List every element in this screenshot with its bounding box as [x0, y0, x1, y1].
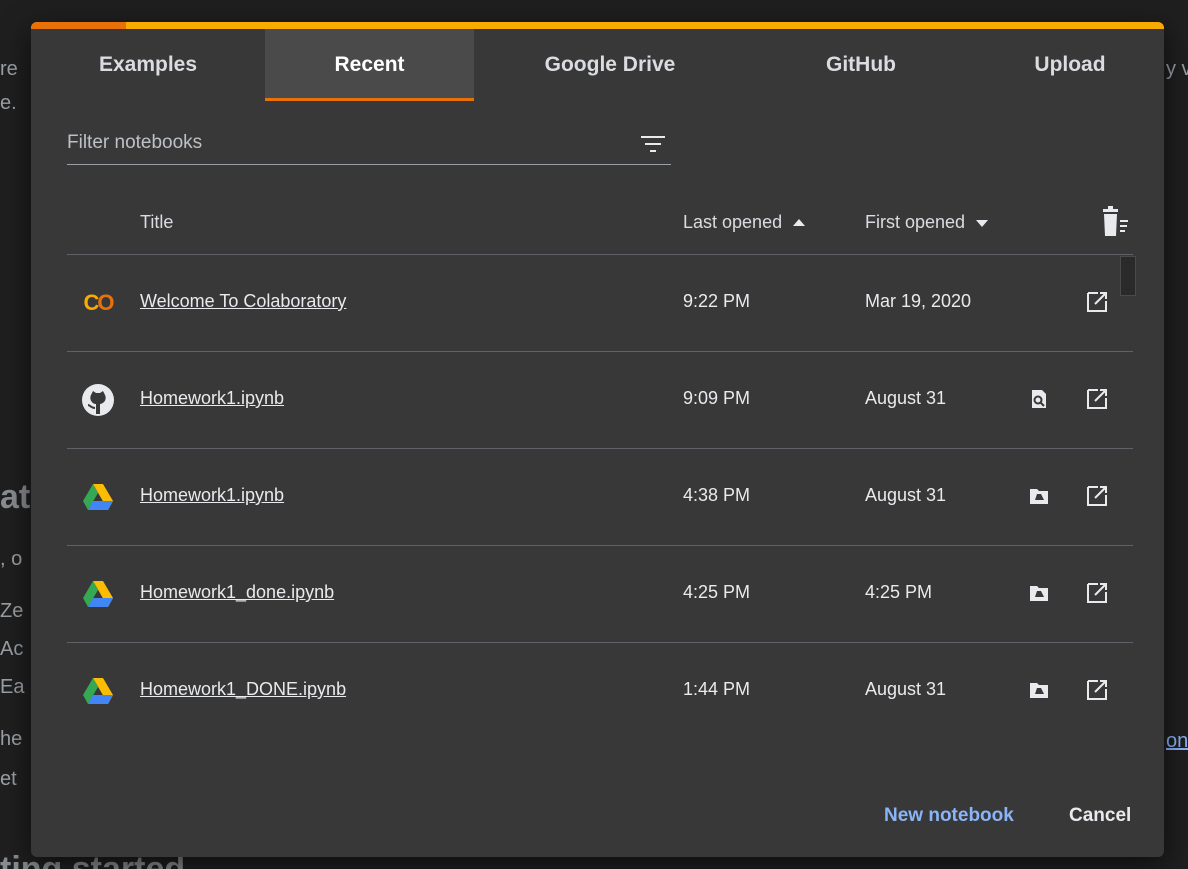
- first-opened-cell: August 31: [865, 679, 947, 699]
- sort-ascending-icon: [793, 218, 806, 226]
- column-last-opened[interactable]: Last opened: [683, 212, 806, 233]
- filter-notebooks: [67, 122, 671, 165]
- background-text: Ze: [0, 600, 24, 622]
- notebook-title-link[interactable]: Homework1.ipynb: [140, 485, 284, 506]
- cancel-button[interactable]: Cancel: [1069, 805, 1131, 827]
- notebook-title-link[interactable]: Homework1_DONE.ipynb: [140, 679, 346, 700]
- notebook-title-link[interactable]: Welcome To Colaboratory: [140, 291, 346, 312]
- clear-history-icon[interactable]: [1101, 206, 1129, 238]
- scrollbar-thumb[interactable]: [1120, 256, 1136, 296]
- last-opened-cell: 9:22 PM: [683, 291, 751, 311]
- open-notebook-dialog: Examples Recent Google Drive GitHub Uplo…: [31, 22, 1164, 857]
- new-notebook-button[interactable]: New notebook: [884, 805, 1014, 827]
- column-title: Title: [140, 212, 174, 232]
- first-opened-cell: Mar 19, 2020: [865, 291, 972, 311]
- background-text: y v: [1166, 58, 1188, 80]
- table-row[interactable]: Homework1.ipynb 9:09 PM August 31: [67, 352, 1133, 449]
- tab-recent[interactable]: Recent: [265, 29, 474, 101]
- last-opened-cell: 1:44 PM: [683, 679, 751, 699]
- last-opened-cell: 9:09 PM: [683, 388, 751, 408]
- background-text: et: [0, 768, 17, 790]
- background-link[interactable]: on: [1166, 730, 1188, 753]
- google-drive-icon: [81, 577, 115, 611]
- drive-folder-icon[interactable]: [1028, 485, 1050, 507]
- colab-logo-icon: CO: [83, 290, 114, 315]
- open-new-tab-icon[interactable]: [1086, 582, 1108, 604]
- last-opened-cell: 4:25 PM: [683, 582, 751, 602]
- open-new-tab-icon[interactable]: [1086, 388, 1108, 410]
- google-drive-icon: [81, 674, 115, 708]
- table-row[interactable]: Homework1_done.ipynb 4:25 PM 4:25 PM: [67, 546, 1133, 643]
- notebook-title-link[interactable]: Homework1_done.ipynb: [140, 582, 334, 603]
- table-row[interactable]: Homework1_DONE.ipynb 1:44 PM August 31: [67, 643, 1133, 740]
- background-text: e.: [0, 92, 17, 114]
- open-new-tab-icon[interactable]: [1086, 291, 1108, 313]
- last-opened-cell: 4:38 PM: [683, 485, 751, 505]
- background-text: Ea: [0, 676, 25, 698]
- open-new-tab-icon[interactable]: [1086, 679, 1108, 701]
- filter-input[interactable]: [67, 122, 627, 164]
- dialog-tabs: Examples Recent Google Drive GitHub Uplo…: [31, 29, 1164, 101]
- background-text: he: [0, 728, 23, 750]
- open-new-tab-icon[interactable]: [1086, 485, 1108, 507]
- drive-folder-icon[interactable]: [1028, 582, 1050, 604]
- tab-upload[interactable]: Upload: [976, 29, 1164, 101]
- table-row[interactable]: CO Welcome To Colaboratory 9:22 PM Mar 1…: [67, 255, 1133, 352]
- background-text: , o: [0, 548, 23, 570]
- background-text: re: [0, 58, 18, 80]
- first-opened-cell: August 31: [865, 485, 947, 505]
- tab-google-drive[interactable]: Google Drive: [474, 29, 746, 101]
- first-opened-cell: 4:25 PM: [865, 582, 933, 602]
- view-source-icon[interactable]: [1028, 388, 1050, 410]
- sort-descending-icon: [976, 219, 989, 227]
- notebooks-table: Title Last opened First opened CO Welcom…: [67, 192, 1133, 740]
- table-header: Title Last opened First opened: [67, 192, 1133, 255]
- tab-examples[interactable]: Examples: [31, 29, 265, 101]
- notebook-title-link[interactable]: Homework1.ipynb: [140, 388, 284, 409]
- column-first-opened[interactable]: First opened: [865, 212, 989, 233]
- google-drive-icon: [81, 480, 115, 514]
- first-opened-cell: August 31: [865, 388, 947, 408]
- colab-accent-bar: [31, 22, 1164, 29]
- table-row[interactable]: Homework1.ipynb 4:38 PM August 31: [67, 449, 1133, 546]
- background-text: Ac: [0, 638, 24, 660]
- github-icon: [81, 383, 115, 417]
- tab-github[interactable]: GitHub: [746, 29, 976, 101]
- filter-icon[interactable]: [641, 134, 665, 154]
- background-text: at: [0, 478, 31, 516]
- drive-folder-icon[interactable]: [1028, 679, 1050, 701]
